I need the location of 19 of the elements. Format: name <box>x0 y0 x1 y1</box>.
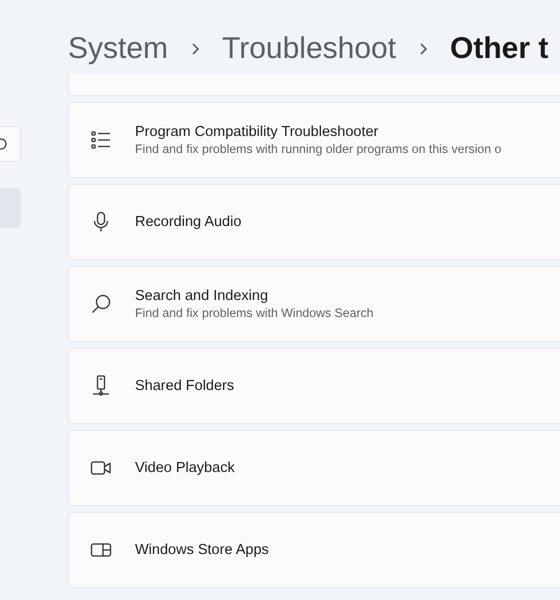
troubleshooter-title: Video Playback <box>135 460 235 476</box>
page-title: Other t <box>450 32 548 66</box>
troubleshooter-description: Find and fix problems with Windows Search <box>135 306 374 320</box>
troubleshooter-title: Windows Store Apps <box>135 542 269 558</box>
troubleshooter-card[interactable]: Recording Audio <box>68 184 560 260</box>
troubleshooter-title: Program Compatibility Troubleshooter <box>135 124 380 140</box>
troubleshooter-title: Search and Indexing <box>135 288 270 304</box>
troubleshooter-card[interactable]: Windows Store Apps <box>68 512 560 588</box>
troubleshooter-card[interactable]: Video Playback <box>68 430 560 506</box>
search-icon <box>0 137 8 151</box>
troubleshooter-card[interactable]: Search and Indexing Find and fix problems with Windows Search <box>68 266 560 342</box>
troubleshooter-card[interactable]: Shared Folders <box>68 348 560 424</box>
troubleshooter-title: Recording Audio <box>135 214 242 230</box>
breadcrumb-link[interactable]: Troubleshoot <box>222 32 396 66</box>
troubleshooter-title: Shared Folders <box>135 378 234 394</box>
troubleshooter-card[interactable]: Program Compatibility Troubleshooter Find and fix problems with running older programs on this version o <box>68 102 560 178</box>
troubleshooter-description: Find and fix problems with running older programs on this version o <box>135 142 502 156</box>
breadcrumb-link[interactable]: System <box>68 32 168 66</box>
search-field[interactable] <box>0 126 21 162</box>
